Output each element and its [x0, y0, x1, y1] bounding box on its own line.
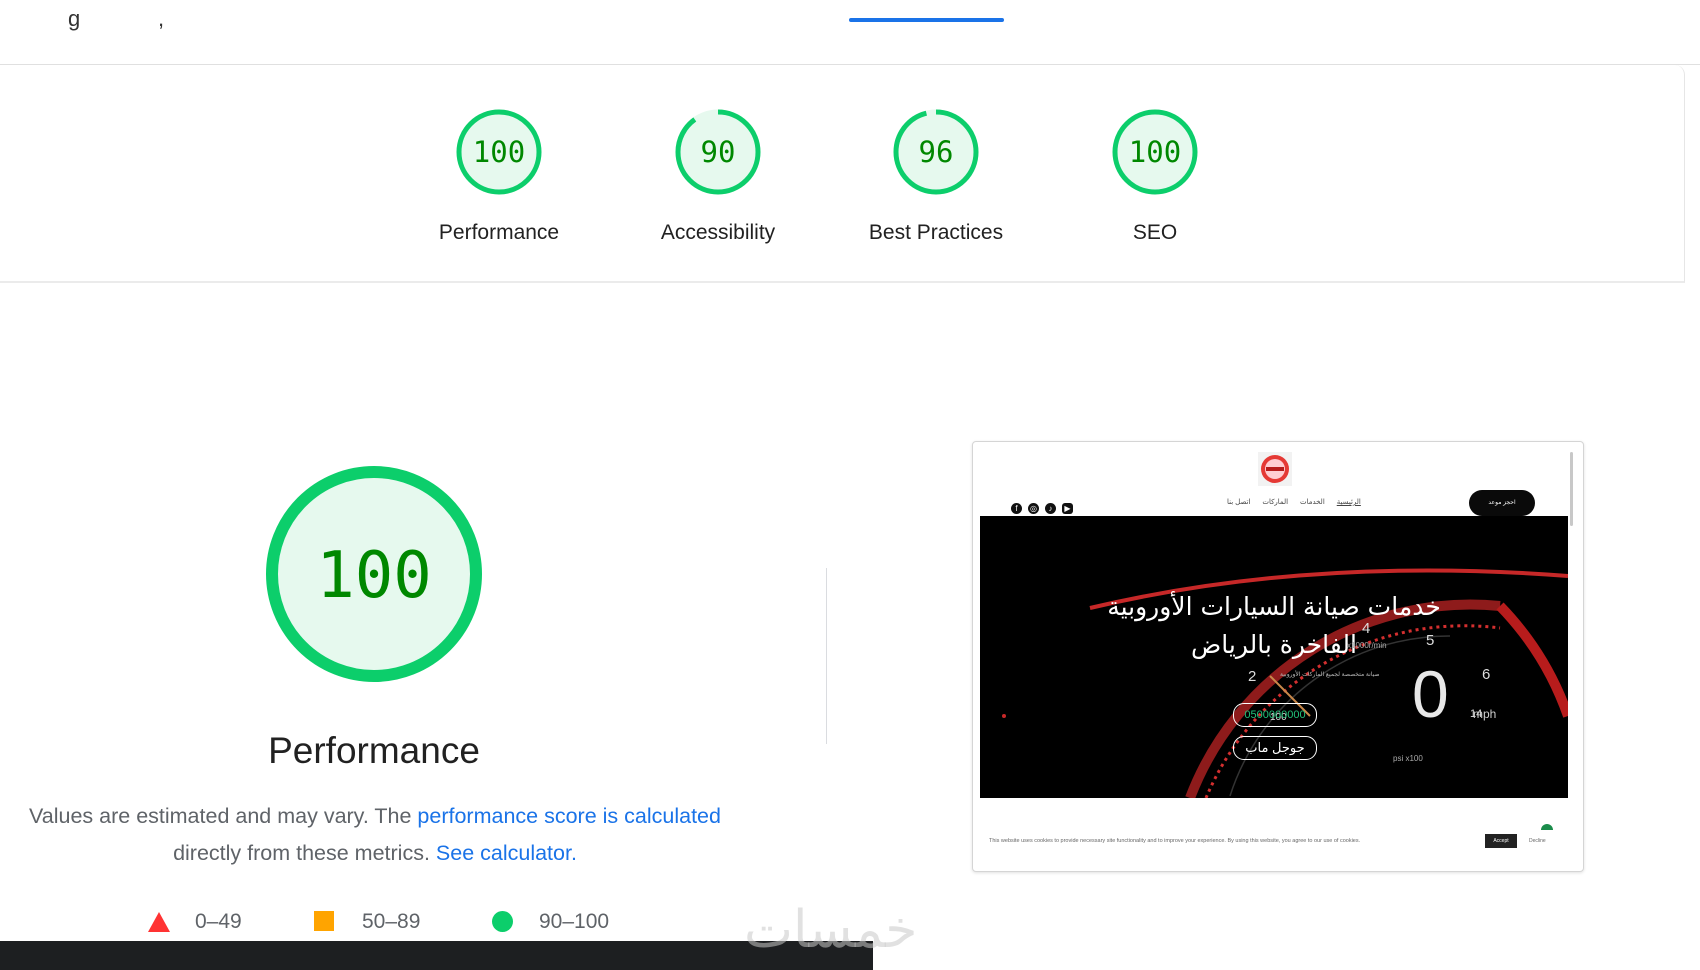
site-nav-item[interactable]: اتصل بنا — [1227, 499, 1250, 506]
instagram-icon[interactable]: ◎ — [1028, 503, 1039, 514]
cookie-notice: This website uses cookies to provide nec… — [989, 838, 1361, 844]
gauge-seo-value: 100 — [1129, 135, 1181, 169]
score-calculated-link[interactable]: performance score is calculated — [417, 804, 721, 828]
legend-average-label: 50–89 — [362, 910, 421, 933]
gauge-accessibility-value: 90 — [701, 135, 736, 169]
see-calculator-link[interactable]: See calculator. — [436, 841, 577, 865]
site-nav-item[interactable]: الخدمات — [1300, 499, 1325, 506]
cookie-decline-button[interactable]: Decline — [1529, 834, 1546, 848]
gauge-best-practices-value: 96 — [919, 135, 954, 169]
speed-readout: 0 — [1412, 657, 1449, 731]
red-triangle-icon — [148, 912, 170, 932]
green-circle-icon — [492, 911, 513, 932]
tab-label-fragment: , — [158, 6, 165, 31]
social-icons: f ◎ ♪ ▶ — [1011, 498, 1079, 514]
gauge-performance-ring: 100 — [456, 109, 542, 195]
site-nav: الرئيسية الخدمات الماركات اتصل بنا — [1217, 498, 1361, 506]
cookie-accept-button[interactable]: Accept — [1485, 834, 1517, 848]
final-screenshot: f ◎ ♪ ▶ الرئيسية الخدمات الماركات اتصل بنا … — [972, 441, 1584, 872]
facebook-icon[interactable]: f — [1011, 503, 1022, 514]
phone-button[interactable]: 0500000000 — [1233, 703, 1317, 727]
hero-banner: خدمات صيانة السيارات الأوروبية الفاخرة ب… — [980, 516, 1568, 798]
performance-gauge-large: 100 — [266, 466, 482, 682]
chat-badge-icon[interactable] — [1541, 824, 1553, 830]
screenshot-scrollbar — [1570, 452, 1573, 526]
section-divider — [826, 568, 827, 744]
hero-subtitle: صيانة متخصصة لجميع الماركات الأوروبية — [1280, 672, 1380, 678]
gauge-tick: 6 — [1482, 666, 1491, 683]
speed-unit: mph — [1473, 707, 1497, 721]
book-appointment-button[interactable]: احجز موعد — [1469, 490, 1535, 516]
tab-label-fragment: g — [68, 6, 81, 31]
report-tab-strip: g , — [0, 0, 1700, 65]
watermark: خمسات — [744, 900, 918, 960]
gauge-seo-ring: 100 — [1112, 109, 1198, 195]
description-text: directly from these metrics. — [173, 841, 436, 865]
bottom-dark-bar — [0, 941, 873, 970]
hero-title-line: خدمات صيانة السيارات الأوروبية — [1107, 592, 1441, 621]
active-tab-indicator — [849, 18, 1004, 22]
score-summary: 100 Performance 90 Accessibility 96 Best… — [0, 65, 1685, 283]
site-logo-icon — [1258, 452, 1292, 486]
psi-label: psi x100 — [1393, 754, 1423, 763]
google-maps-button[interactable]: جوجل ماب — [1233, 736, 1317, 760]
tiktok-icon[interactable]: ♪ — [1045, 503, 1056, 514]
description-text: Values are estimated and may vary. The — [29, 804, 418, 828]
performance-description: Values are estimated and may vary. The p… — [10, 798, 740, 872]
gauge-tick: 5 — [1426, 632, 1435, 649]
lighthouse-report: g , 100 Performance 90 Accessibility 96 … — [0, 0, 1700, 970]
youtube-icon[interactable]: ▶ — [1062, 503, 1073, 514]
legend-fail-label: 0–49 — [195, 910, 242, 933]
performance-heading: Performance — [268, 730, 480, 771]
gauge-accessibility-label: Accessibility — [660, 221, 776, 244]
gauge-best-practices-label: Best Practices — [868, 221, 1004, 244]
hero-title: خدمات صيانة السيارات الأوروبية الفاخرة ب… — [980, 588, 1568, 664]
site-nav-item[interactable]: الماركات — [1262, 499, 1288, 506]
legend-pass-label: 90–100 — [539, 910, 610, 933]
gauge-accessibility-ring: 90 — [675, 109, 761, 195]
gauge-performance-label: Performance — [438, 221, 560, 244]
hero-title-line: الفاخرة بالرياض — [1191, 630, 1357, 659]
gauge-tick: 4 — [1362, 620, 1371, 637]
rpm-label: x1000r/min — [1347, 641, 1387, 650]
site-nav-item[interactable]: الرئيسية — [1337, 499, 1361, 506]
gauge-tick: 2 — [1248, 668, 1257, 685]
gauge-performance-value: 100 — [473, 135, 525, 169]
performance-score-large: 100 — [316, 539, 432, 613]
gauge-seo-label: SEO — [1132, 221, 1178, 244]
orange-square-icon — [314, 911, 334, 931]
gauge-best-practices-ring: 96 — [893, 109, 979, 195]
